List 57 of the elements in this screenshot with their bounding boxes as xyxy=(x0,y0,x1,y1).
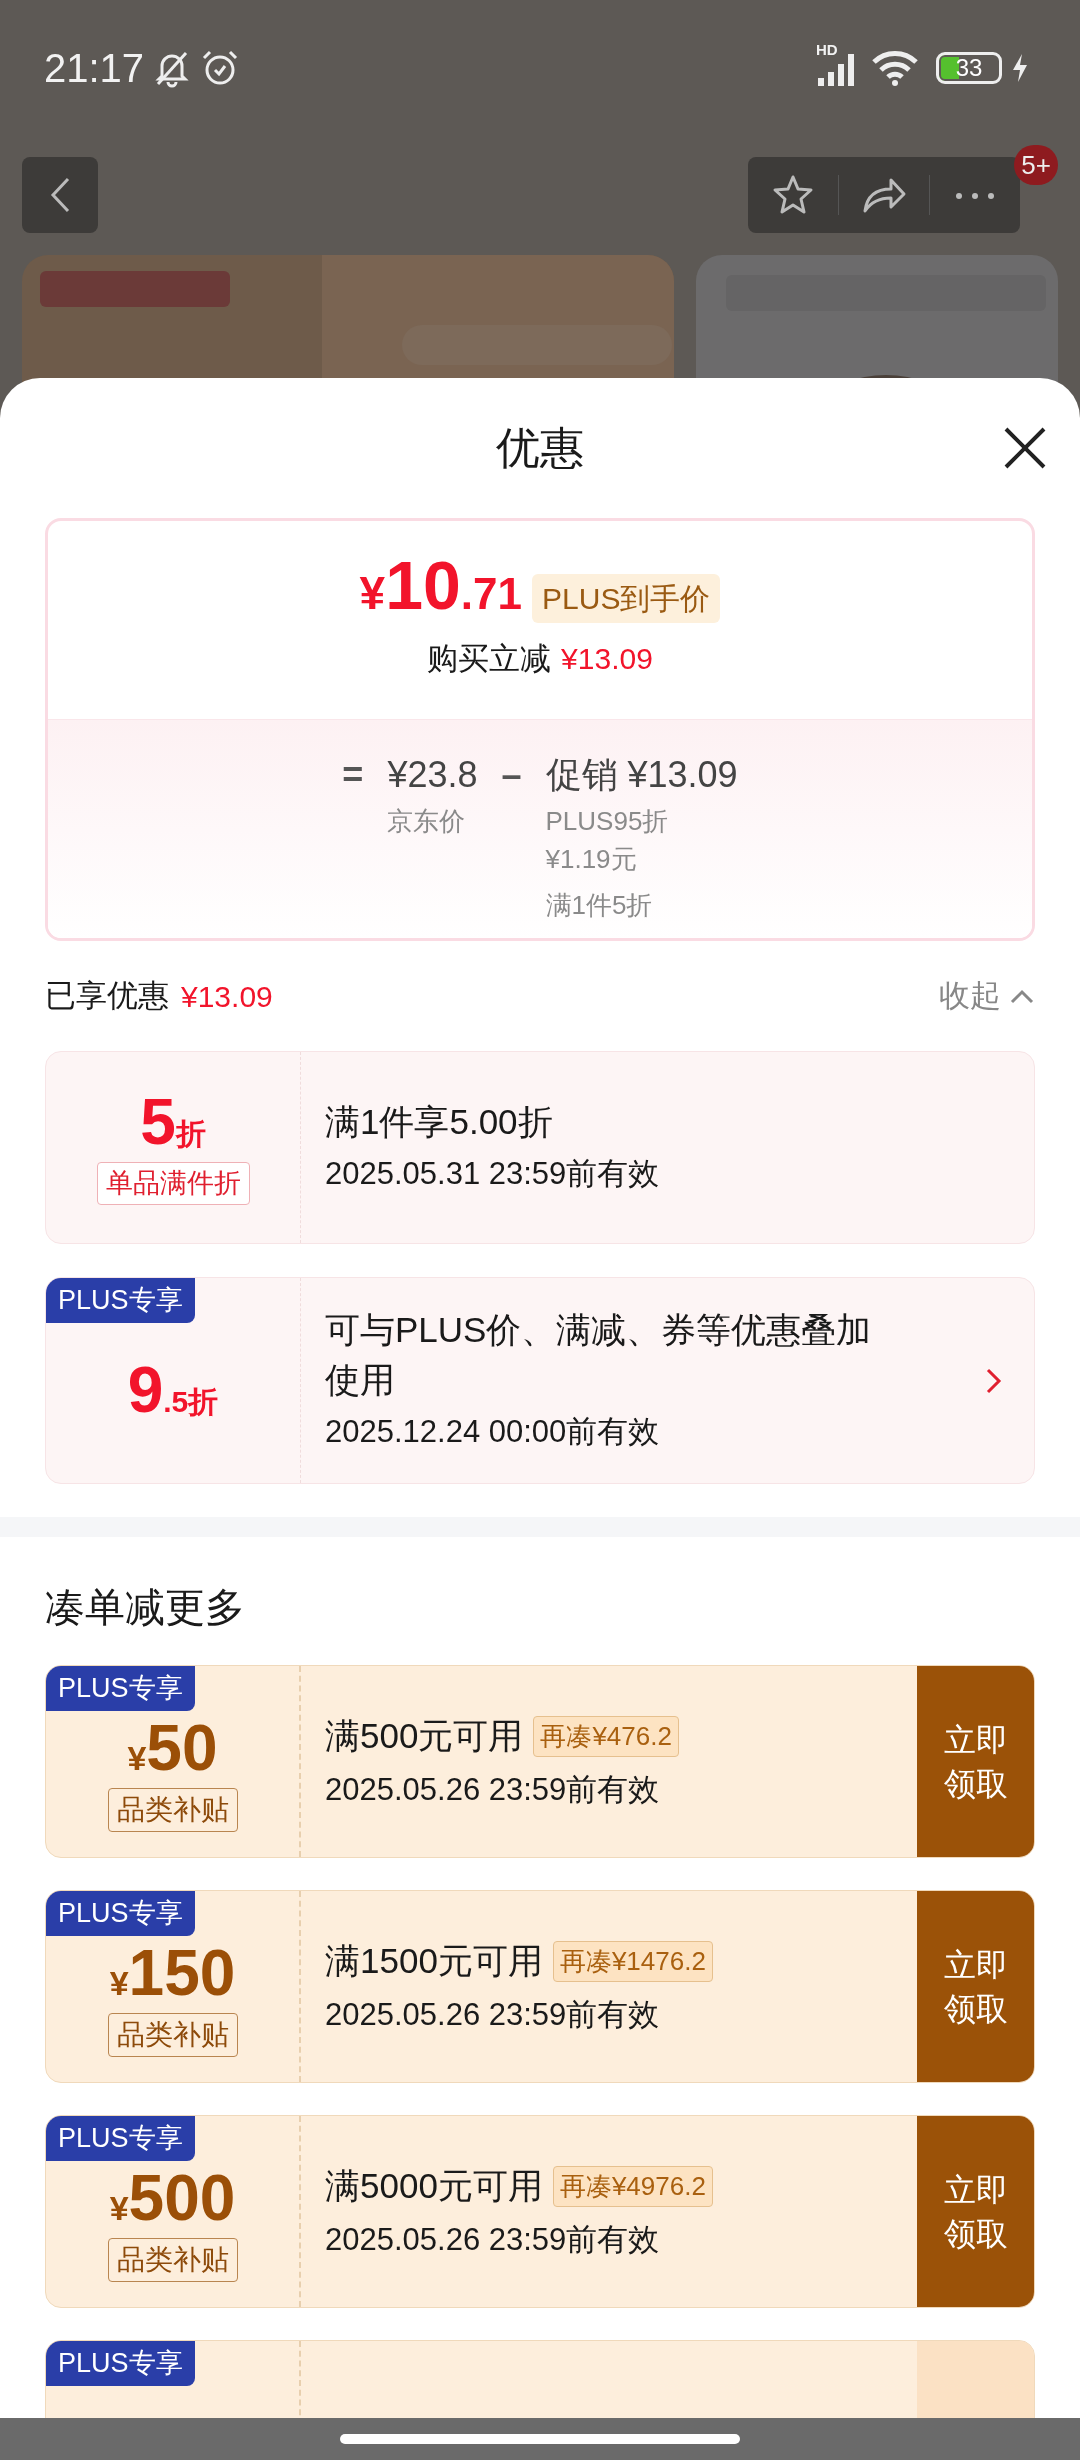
promo-amount: 促销 ¥13.09 xyxy=(545,753,738,797)
promo-detail: 满1件5折 xyxy=(545,889,654,922)
plus-badge: PLUS专享 xyxy=(46,2116,195,2161)
remaining-amount-tag: 再凑¥1476.2 xyxy=(552,1940,713,1982)
remaining-amount-tag: 再凑¥4976.2 xyxy=(552,2165,713,2207)
validity-date: 2025.05.31 23:59前有效 xyxy=(325,1155,661,1194)
plus-badge: PLUS专享 xyxy=(46,2341,195,2386)
claim-button[interactable]: 立即领取 xyxy=(917,1891,1034,2082)
discount-value: 5折 xyxy=(140,1090,206,1157)
promotion-title: 可与PLUS价、满减、券等优惠叠加使用 xyxy=(325,1309,873,1402)
back-icon xyxy=(48,175,72,215)
discount-value: 9.5折 xyxy=(127,1357,219,1424)
section-title: 凑单减更多 xyxy=(44,1584,246,1631)
back-button[interactable] xyxy=(22,157,98,233)
instant-discount-amount: ¥13.09 xyxy=(561,641,653,677)
network-label: HD xyxy=(816,41,838,57)
coupon-amount: ¥150 xyxy=(109,1940,236,2009)
savings-label: 已享优惠 xyxy=(45,976,169,1015)
promo-detail: PLUS95折 xyxy=(545,805,670,838)
notification-badge: 5+ xyxy=(1014,145,1058,185)
promotion-card[interactable]: PLUS专享 9.5折 可与PLUS价、满减、券等优惠叠加使用 2025.12.24 00:00前有效 xyxy=(45,1277,1035,1484)
coupon-condition: 满5000元可用 xyxy=(325,2165,543,2207)
equals-sign: = xyxy=(342,753,364,797)
sheet-title: 优惠 xyxy=(496,422,584,474)
plus-badge: PLUS专享 xyxy=(46,1666,195,1711)
coupon-type-tag: 品类补贴 xyxy=(107,1788,238,1832)
coupon-condition: 满500元可用 xyxy=(325,1715,524,1757)
promo-detail: ¥1.19元 xyxy=(545,843,638,876)
remaining-amount-tag: 再凑¥476.2 xyxy=(533,1715,679,1757)
instant-discount-label: 购买立减 xyxy=(427,640,552,678)
final-price: ¥10.71 xyxy=(359,551,522,625)
discount-type-tag: 单品满件折 xyxy=(96,1162,250,1205)
validity-date: 2025.05.26 23:59前有效 xyxy=(325,2220,661,2259)
validity-date: 2025.05.26 23:59前有效 xyxy=(325,1770,661,1809)
coupon-type-tag: 品类补贴 xyxy=(107,2013,238,2057)
base-price-label: 京东价 xyxy=(387,805,467,838)
claim-button[interactable]: 立即领取 xyxy=(917,2116,1034,2307)
clock-time: 21:17 xyxy=(44,44,145,92)
more-icon xyxy=(955,191,995,200)
minus-sign: – xyxy=(501,753,522,797)
validity-date: 2025.12.24 00:00前有效 xyxy=(325,1413,661,1452)
promotion-title: 满1件享5.00折 xyxy=(325,1101,554,1144)
base-price: ¥23.8 xyxy=(387,753,478,797)
wifi-icon xyxy=(870,49,920,86)
plus-badge: PLUS专享 xyxy=(46,1891,195,1936)
savings-amount: ¥13.09 xyxy=(181,978,273,1015)
close-icon xyxy=(1003,426,1047,470)
coupon-condition: 满1500元可用 xyxy=(325,1940,543,1982)
claim-button[interactable]: 立即领取 xyxy=(917,1666,1034,1857)
coupon-amount: ¥500 xyxy=(109,2165,236,2234)
coupon-amount: ¥50 xyxy=(127,1715,218,1784)
coupon-type-tag: 品类补贴 xyxy=(107,2238,238,2282)
collapse-toggle[interactable]: 收起 xyxy=(939,972,1035,1020)
chevron-up-icon xyxy=(1009,988,1035,1004)
price-tag: PLUS到手价 xyxy=(532,574,721,623)
validity-date: 2025.05.26 23:59前有效 xyxy=(325,1995,661,2034)
plus-badge: PLUS专享 xyxy=(46,1278,195,1323)
